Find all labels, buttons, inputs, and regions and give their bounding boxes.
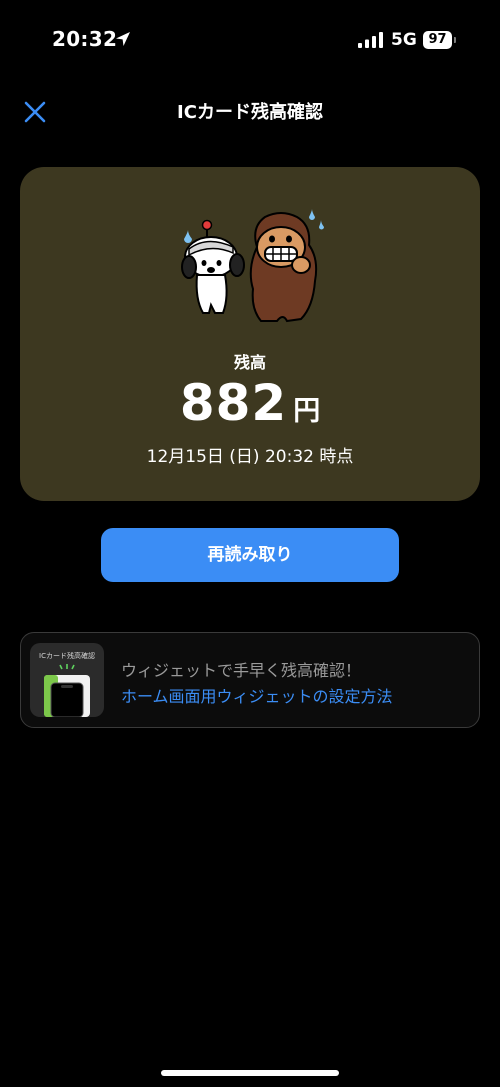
status-bar: 20:32 5G 97 bbox=[0, 0, 500, 80]
balance-label: 残高 bbox=[233, 353, 266, 372]
battery-indicator: 97 bbox=[423, 31, 452, 49]
balance-timestamp: 12月15日 (日) 20:32 時点 bbox=[146, 447, 354, 467]
network-type: 5G bbox=[391, 30, 417, 50]
battery-cap bbox=[454, 37, 456, 43]
status-time: 20:32 bbox=[52, 27, 118, 51]
widget-promo-card[interactable]: ICカード残高確認 ウィジェットで手早く残高確認！ ホーム画面用ウィジェットの設… bbox=[20, 632, 480, 728]
balance-amount: 882 bbox=[179, 374, 288, 432]
widget-phone-illustration bbox=[44, 664, 90, 717]
page-title: ICカード残高確認 bbox=[177, 102, 323, 123]
balance-unit: 円 bbox=[293, 396, 321, 427]
location-arrow-icon bbox=[116, 32, 130, 46]
reread-button[interactable]: 再読み取り bbox=[101, 528, 399, 582]
balance-card: 残高 882 円 12月15日 (日) 20:32 時点 bbox=[20, 167, 480, 501]
mascot-illustration bbox=[181, 209, 324, 323]
home-indicator[interactable] bbox=[161, 1070, 339, 1076]
balance-amount-row: 882 円 bbox=[20, 374, 480, 432]
widget-setup-link[interactable]: ホーム画面用ウィジェットの設定方法 bbox=[121, 683, 393, 707]
widget-thumbnail-title: ICカード残高確認 bbox=[39, 652, 95, 660]
signal-strength-icon bbox=[358, 32, 383, 48]
widget-promo-text: ウィジェットで手早く残高確認！ bbox=[121, 661, 362, 680]
widget-thumbnail: ICカード残高確認 bbox=[30, 643, 104, 717]
